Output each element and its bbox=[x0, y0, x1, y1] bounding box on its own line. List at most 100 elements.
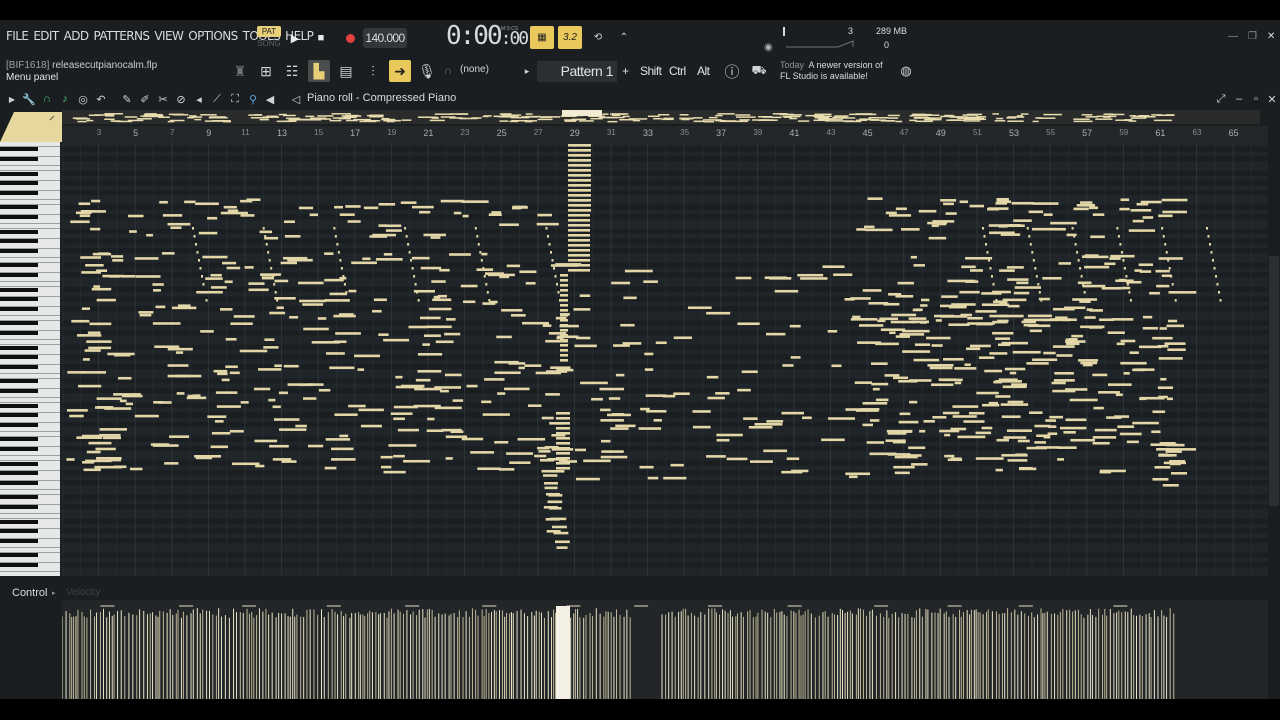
pr-close-icon[interactable]: ✕ bbox=[1265, 92, 1279, 106]
slip-icon[interactable]: ◂ bbox=[192, 92, 206, 106]
black-key[interactable] bbox=[0, 389, 38, 393]
eye-icon[interactable]: ◉ bbox=[764, 42, 773, 53]
black-key[interactable] bbox=[0, 447, 38, 451]
black-key[interactable] bbox=[0, 553, 38, 558]
black-key[interactable] bbox=[0, 263, 38, 268]
plugin-picker-icon[interactable]: ➜ bbox=[389, 60, 411, 82]
alt-key[interactable]: Alt bbox=[697, 64, 710, 78]
mute-tool-icon[interactable]: ⊘ bbox=[174, 92, 188, 106]
loop-record-icon[interactable]: ⟲ bbox=[586, 26, 610, 49]
tuner-icon[interactable]: ♜ bbox=[229, 60, 251, 82]
slice-icon[interactable]: ⟋ bbox=[210, 92, 224, 106]
black-key[interactable] bbox=[0, 379, 38, 384]
piano-roll-corner[interactable] bbox=[0, 110, 62, 142]
black-key[interactable] bbox=[0, 345, 38, 350]
black-key[interactable] bbox=[0, 461, 38, 466]
black-key[interactable] bbox=[0, 321, 38, 326]
black-key[interactable] bbox=[0, 239, 38, 244]
shift-key[interactable]: Shift bbox=[640, 64, 662, 78]
pat-mode-label[interactable]: PAT bbox=[257, 26, 281, 37]
black-key[interactable] bbox=[0, 538, 38, 543]
piano-roll-icon[interactable]: ▙ bbox=[308, 60, 330, 82]
black-key[interactable] bbox=[0, 505, 38, 509]
vertical-scrollbar[interactable] bbox=[1268, 126, 1280, 576]
pat-song-switch[interactable]: PAT SONG bbox=[256, 25, 282, 51]
output-selector[interactable]: (none) bbox=[460, 64, 489, 75]
piano-keyboard[interactable] bbox=[0, 142, 60, 576]
detach-icon[interactable]: ⤢ bbox=[1214, 92, 1228, 106]
add-pattern-button[interactable]: + bbox=[622, 64, 629, 78]
microphone-icon[interactable]: 🎙 bbox=[416, 60, 438, 82]
undo-icon[interactable]: ↶ bbox=[94, 92, 108, 106]
menu-patterns[interactable]: PATTERNS bbox=[94, 29, 151, 43]
step-edit-icon[interactable]: ⌃ bbox=[612, 26, 636, 49]
news-panel[interactable]: Today A newer version of FL Studio is av… bbox=[780, 60, 883, 82]
pattern-selector[interactable]: Pattern 1 bbox=[537, 61, 617, 82]
pencil-icon[interactable]: ✎ bbox=[120, 92, 134, 106]
black-key[interactable] bbox=[0, 413, 38, 418]
black-key[interactable] bbox=[0, 205, 38, 210]
delete-tool-icon[interactable]: ✂ bbox=[156, 92, 170, 106]
play-icon[interactable]: ▶ bbox=[287, 29, 303, 47]
scrollbar-thumb[interactable] bbox=[1269, 256, 1279, 506]
note-icon[interactable]: ♪ bbox=[58, 92, 72, 106]
options-arrow-icon[interactable]: ▶ bbox=[5, 92, 19, 106]
black-key[interactable] bbox=[0, 157, 38, 161]
menu-edit[interactable]: EDIT bbox=[33, 29, 59, 43]
tempo-display[interactable]: 140.000 bbox=[363, 28, 407, 48]
black-key[interactable] bbox=[0, 529, 38, 534]
record-icon[interactable] bbox=[342, 29, 358, 47]
control-target[interactable]: Velocity bbox=[66, 587, 100, 598]
menu-view[interactable]: VIEW bbox=[154, 29, 183, 43]
black-key[interactable] bbox=[0, 190, 38, 195]
black-key[interactable] bbox=[0, 171, 38, 176]
zoom-icon[interactable]: ⚲ bbox=[246, 92, 260, 106]
paint-icon[interactable]: ✐ bbox=[138, 92, 152, 106]
velocity-lane[interactable] bbox=[62, 600, 1268, 699]
globe-icon[interactable]: ◍ bbox=[895, 60, 917, 82]
close-icon[interactable]: ✕ bbox=[1267, 31, 1275, 42]
black-key[interactable] bbox=[0, 248, 38, 253]
stop-icon[interactable]: ■ bbox=[313, 29, 329, 47]
headphones-icon[interactable]: ∩ bbox=[441, 60, 455, 82]
metronome-icon[interactable]: ▦ bbox=[530, 26, 554, 49]
black-key[interactable] bbox=[0, 229, 38, 234]
black-key[interactable] bbox=[0, 437, 38, 442]
restore-icon[interactable]: ❐ bbox=[1248, 31, 1257, 42]
piano-roll-title[interactable]: Piano roll - Compressed Piano bbox=[307, 92, 456, 104]
song-overview-strip[interactable] bbox=[62, 110, 1260, 124]
black-key[interactable] bbox=[0, 147, 38, 152]
black-key[interactable] bbox=[0, 297, 38, 302]
minimize-icon[interactable]: — bbox=[1228, 31, 1238, 42]
note-grid[interactable] bbox=[62, 142, 1268, 576]
black-key[interactable] bbox=[0, 471, 38, 476]
pattern-arrow-icon[interactable]: ▸ bbox=[516, 60, 538, 82]
black-key[interactable] bbox=[0, 331, 38, 335]
black-key[interactable] bbox=[0, 403, 38, 408]
black-key[interactable] bbox=[0, 480, 38, 485]
pr-minimize-icon[interactable]: – bbox=[1232, 92, 1246, 106]
channel-rack-icon[interactable]: ☷ bbox=[281, 60, 303, 82]
speaker-icon[interactable]: ◁ bbox=[289, 92, 303, 106]
menu-add[interactable]: ADD bbox=[64, 29, 89, 43]
record-overdub-icon[interactable]: ◎ bbox=[76, 92, 90, 106]
black-key[interactable] bbox=[0, 519, 38, 524]
playback-icon[interactable]: ◀ bbox=[263, 92, 277, 106]
countdown-icon[interactable]: 3.2 bbox=[558, 26, 582, 49]
black-key[interactable] bbox=[0, 181, 38, 186]
wrench-icon[interactable]: 🔧 bbox=[22, 92, 36, 106]
black-key[interactable] bbox=[0, 273, 38, 277]
black-key[interactable] bbox=[0, 287, 38, 292]
control-label[interactable]: Control bbox=[12, 587, 47, 599]
black-key[interactable] bbox=[0, 355, 38, 360]
menu-options[interactable]: OPTIONS bbox=[188, 29, 238, 43]
mixer-icon[interactable]: ⫶ bbox=[362, 60, 384, 82]
select-icon[interactable]: ⛶ bbox=[228, 92, 242, 106]
browser-icon[interactable]: ⊞ bbox=[255, 60, 277, 82]
control-arrow-icon[interactable]: ▸ bbox=[52, 589, 56, 597]
black-key[interactable] bbox=[0, 422, 38, 427]
playlist-icon[interactable]: ▤ bbox=[335, 60, 357, 82]
song-mode-label[interactable]: SONG bbox=[257, 39, 281, 49]
menu-file[interactable]: FILE bbox=[6, 29, 29, 43]
magnet-icon[interactable]: ∩ bbox=[40, 92, 54, 106]
